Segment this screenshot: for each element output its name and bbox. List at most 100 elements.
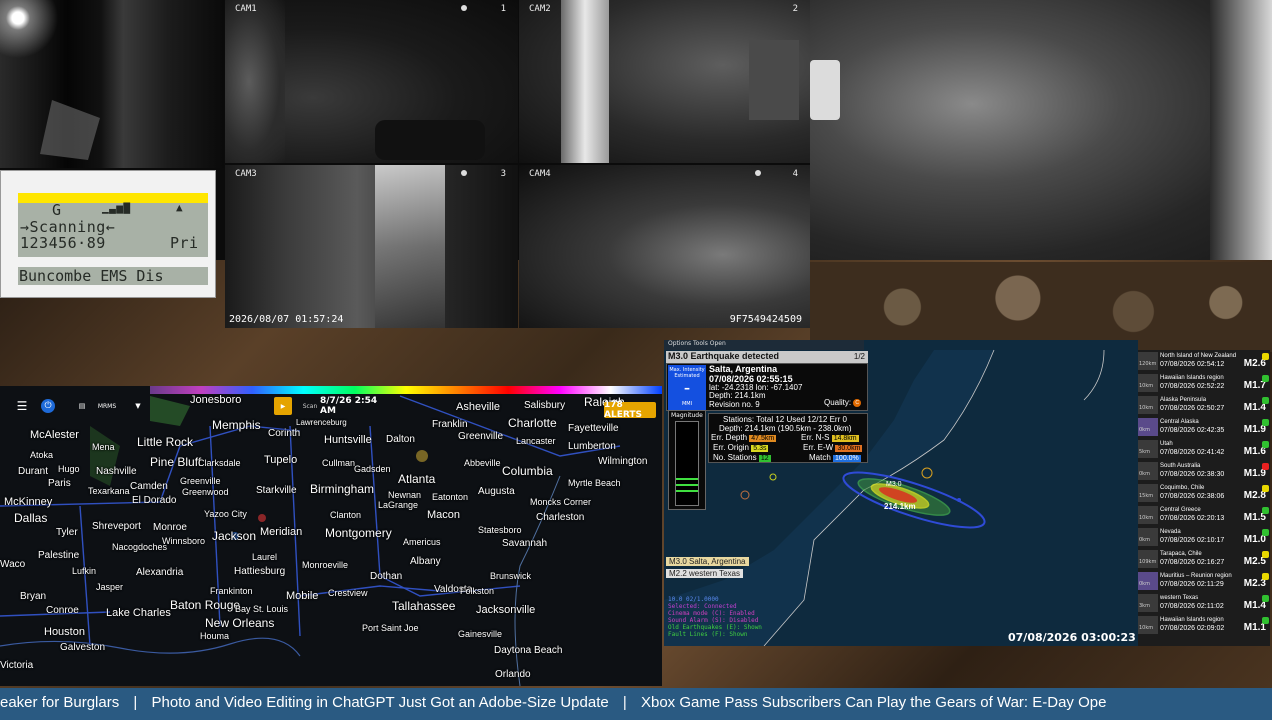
city-label: Brunswick — [490, 571, 532, 581]
city-label: Albany — [410, 556, 441, 567]
city-label: LaGrange — [378, 500, 419, 510]
city-label: McKinney — [4, 496, 53, 508]
list-item[interactable]: 109km Tarapaca, Chile 07/08/2026 02:16:27 M… — [1138, 550, 1270, 568]
cam3-feed[interactable]: CAM3 3 2026/08/07 01:57:24 — [225, 165, 518, 328]
cam2-label: CAM2 — [529, 4, 551, 14]
city-label: Baton Rouge — [170, 598, 241, 612]
city-label: Cullman — [322, 458, 356, 468]
city-label: Victoria — [0, 660, 34, 671]
city-label: Monroe — [153, 522, 187, 533]
tree-camera-feed[interactable] — [810, 0, 1272, 260]
city-label: Lawrenceburg — [296, 418, 347, 427]
quake-severity-icon — [1262, 595, 1269, 602]
ticker-item[interactable]: eaker for Burglars — [0, 694, 119, 711]
quake-date: 07/08/2026 02:50:27 — [1160, 405, 1225, 412]
city-label: Dalton — [386, 434, 415, 445]
city-label: Conroe — [46, 605, 79, 616]
cam1-indicator-icon — [461, 5, 467, 11]
list-item[interactable]: 0km Nevada 07/08/2026 02:10:17 M1.0 — [1138, 528, 1270, 546]
list-item[interactable]: 10km Central Greece 07/08/2026 02:20:13 M1.… — [1138, 506, 1270, 524]
earthquake-tag-2[interactable]: M2.2 western Texas — [666, 569, 743, 578]
quake-severity-icon — [1262, 397, 1269, 404]
err-depth-label: Err. Depth — [711, 433, 748, 442]
quality-value: C — [855, 399, 859, 406]
city-label: Americus — [403, 537, 441, 547]
city-label: Newnan — [388, 490, 422, 500]
earthquake-header-text: M3.0 Earthquake detected — [668, 351, 780, 361]
quake-date: 07/08/2026 02:54:12 — [1160, 361, 1225, 368]
weather-radar-map[interactable]: Jonesboro Memphis Little Rock McAlester … — [0, 386, 662, 686]
quake-severity-icon — [1262, 485, 1269, 492]
alerts-badge[interactable]: 178 ALERTS — [604, 400, 656, 420]
list-item[interactable]: 10km Hawaiian Islands region 07/08/2026 02… — [1138, 374, 1270, 392]
quake-region: Nevada — [1160, 529, 1181, 535]
earthquake-depth: Depth: 214.1km — [709, 391, 766, 400]
cam3-indicator-icon — [461, 170, 467, 176]
cam1-feed[interactable]: CAM1 1 — [225, 0, 518, 163]
quake-depth: 0km — [1139, 581, 1150, 587]
power-icon[interactable]: ⏻ — [38, 397, 58, 415]
list-item[interactable]: 5km Utah 07/08/2026 02:41:42 M1.6 — [1138, 440, 1270, 458]
quake-region: Hawaiian Islands region — [1160, 617, 1224, 623]
cam4-feed[interactable]: CAM4 4 9F7549424509 — [519, 165, 810, 328]
earthquake-menu[interactable]: Options Tools Open — [664, 340, 864, 350]
city-label: Yazoo City — [204, 509, 247, 519]
list-item[interactable]: 15km Coquimbo, Chile 07/08/2026 02:38:06 M2… — [1138, 484, 1270, 502]
earthquake-tag-1[interactable]: M3.0 Salta, Argentina — [666, 557, 749, 566]
err-ns-label: Err. N-S — [801, 433, 830, 442]
radar-toolbar: ☰ ⏻ ▤ MRMS ▼ ▶ Scan 8/7/26 2:54 AM — [0, 394, 662, 418]
city-label: Folkston — [460, 586, 495, 596]
ticker-separator: | — [622, 694, 627, 711]
menu-icon[interactable]: ☰ — [14, 397, 30, 415]
cam2-feed[interactable]: CAM2 2 — [519, 0, 810, 163]
layers-icon[interactable]: ▤ — [78, 397, 86, 415]
list-item[interactable]: 0km Central Alaska 07/08/2026 02:42:35 M1.9 — [1138, 418, 1270, 436]
err-ew-value: 30.0km — [835, 445, 863, 452]
list-item[interactable]: 10km Alaska Peninsula 07/08/2026 02:50:27 M… — [1138, 396, 1270, 414]
city-label: Bay St. Louis — [235, 604, 289, 614]
err-origin-label: Err. Origin — [713, 443, 750, 452]
chevron-down-icon[interactable]: ▼ — [134, 397, 142, 415]
cam4-number: 4 — [792, 169, 798, 179]
quake-depth: 0km — [1139, 427, 1150, 433]
porch-camera-feed[interactable] — [0, 0, 224, 168]
city-label: Augusta — [478, 486, 515, 497]
ticker-item[interactable]: Photo and Video Editing in ChatGPT Just … — [151, 694, 608, 711]
city-label: Dallas — [14, 511, 48, 525]
intensity-estimate: Max. Intensity Estimated – MMI — [668, 365, 706, 411]
list-item[interactable]: 3km western Texas 07/08/2026 02:11:02 M1.4 — [1138, 594, 1270, 612]
legend-line: Cinema mode (C): Enabled — [668, 610, 755, 617]
err-depth-value: 47.5km — [749, 435, 777, 442]
list-item[interactable]: 0km Mauritius – Reunion region 07/08/2026 … — [1138, 572, 1270, 590]
depth-detail: Depth: 214.1km (190.5km - 238.0km) — [719, 424, 852, 433]
city-label: Houston — [44, 626, 85, 638]
city-label: Greenwood — [182, 487, 229, 497]
city-label: Meridian — [260, 526, 303, 538]
stations-summary: Stations: Total 12 Used 12/12 Err 0 — [723, 415, 847, 424]
quake-region: Utah — [1160, 441, 1173, 447]
cam4-label: CAM4 — [529, 169, 551, 179]
station-stats: Stations: Total 12 Used 12/12 Err 0 Dept… — [708, 413, 868, 463]
intensity-label: Max. Intensity Estimated — [669, 367, 705, 379]
list-item[interactable]: 10km Hawaiian Islands region 07/08/2026 02… — [1138, 616, 1270, 634]
quake-date: 07/08/2026 02:09:02 — [1160, 625, 1225, 632]
quake-severity-icon — [1262, 573, 1269, 580]
ticker-item[interactable]: Xbox Game Pass Subscribers Can Play the … — [641, 694, 1106, 711]
city-label: Eatonton — [432, 492, 469, 502]
quake-date: 07/08/2026 02:16:27 — [1160, 559, 1225, 566]
city-label: Monroeville — [302, 560, 349, 570]
quake-region: South Australia — [1160, 463, 1201, 469]
list-item[interactable]: 120km North Island of New Zealand 07/08/20… — [1138, 352, 1270, 370]
cam1-label: CAM1 — [235, 4, 257, 14]
city-label: Myrtle Beach — [568, 478, 621, 488]
camera-serial: 9F7549424509 — [729, 314, 802, 325]
no-stations-label: No. Stations — [713, 453, 757, 462]
intensity-unit: MMI — [681, 401, 693, 407]
list-item[interactable]: 0km South Australia 07/08/2026 02:38:30 M1.… — [1138, 462, 1270, 480]
city-label: Greenville — [458, 431, 504, 442]
radar-source[interactable]: MRMS — [96, 397, 118, 415]
city-label: Texarkana — [88, 486, 130, 496]
city-label: Jacksonville — [476, 604, 536, 616]
city-label: Savannah — [502, 538, 548, 549]
play-icon[interactable]: ▶ — [274, 397, 292, 415]
